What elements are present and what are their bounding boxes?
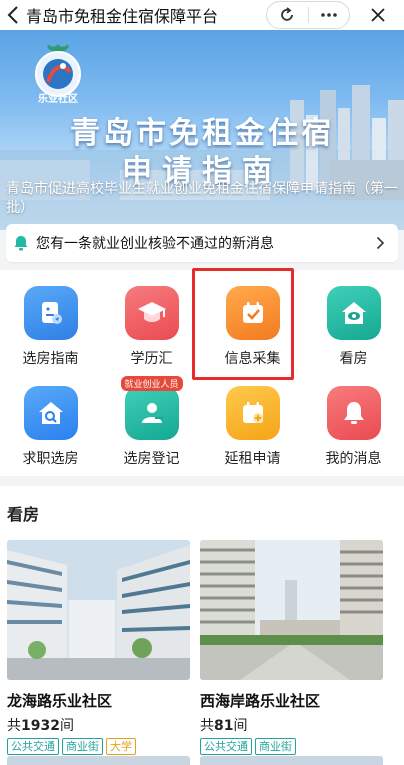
tag-commercial: 商业街 [62,738,103,755]
grid-item-room-guide[interactable]: 选房指南 [0,270,101,370]
house-viewing-section: 看房 龙海路乐业社区 共1932间 公共交通 商业街 大学 西海岸路乐业社区 共… [0,486,404,765]
next-listing-preview [7,756,190,765]
listing-card[interactable]: 西海岸路乐业社区 共81间 公共交通 商业街 [200,540,383,755]
app-page: 青岛市免租金住宿保障平台 乐业社区 青岛市免租金住宿 申请指南 青岛市促进高校毕… [0,0,404,765]
listing-photo [200,540,383,680]
tag-university: 大学 [106,738,136,755]
grid-item-my-messages[interactable]: 我的消息 [303,370,404,470]
listing-photo [7,540,190,680]
house-search-icon [23,386,78,440]
grid-item-room-registration[interactable]: 就业创业人员 选房登记 [101,370,202,470]
listing-tags: 公共交通 商业街 [200,738,383,755]
logo-text: 乐业社区 [38,94,78,105]
listing-name: 龙海路乐业社区 [7,692,113,710]
grid-item-label: 求职选房 [22,451,79,467]
chevron-right-icon [368,224,392,262]
bell-alert-icon [326,386,381,440]
calendar-check-icon [225,286,280,340]
grid-item-label: 选房指南 [22,351,79,367]
house-eye-icon [326,286,381,340]
listing-card[interactable]: 龙海路乐业社区 共1932间 公共交通 商业街 大学 [7,540,190,755]
grid-item-house-viewing[interactable]: 看房 [303,270,404,370]
grid-item-info-collection[interactable]: 信息采集 [202,270,303,370]
guide-icon [23,286,78,340]
status-badge: 就业创业人员 [120,376,183,391]
listing-room-count: 共1932间 [7,718,74,734]
more-dots-icon[interactable] [308,2,349,28]
next-listing-preview [200,756,383,765]
grid-item-job-room[interactable]: 求职选房 [0,370,101,470]
title-bar: 青岛市免租金住宿保障平台 [0,0,404,30]
grid-item-label: 我的消息 [325,451,382,467]
listing-room-count: 共81间 [200,718,248,734]
grid-item-label: 选房登记 [123,451,180,467]
grid-item-label: 延租申请 [224,451,281,467]
tag-transit: 公共交通 [200,738,252,755]
notice-bar[interactable]: 您有一条就业创业核验不通过的新消息 [6,224,398,262]
banner-subtitle: 青岛市促进高校毕业生就业创业免租金住宿保障申请指南（第一批） [6,181,398,216]
page-title: 青岛市免租金住宿保障平台 [26,7,219,26]
refresh-icon[interactable] [267,2,308,28]
grid-item-education[interactable]: 学历汇 [101,270,202,370]
listing-name: 西海岸路乐业社区 [200,692,321,710]
listing-tags: 公共交通 商业街 大学 [7,738,190,755]
feature-grid: 选房指南 学历汇 信息采集 看房 求职选房 就业创业人员 选房登记 延租申请 我… [0,270,404,476]
calendar-plus-icon [225,386,280,440]
mini-program-capsule [266,1,350,29]
grid-item-label: 看房 [339,351,368,367]
chevron-left-icon[interactable] [2,0,24,30]
banner[interactable]: 乐业社区 青岛市免租金住宿 申请指南 青岛市促进高校毕业生就业创业免租金住宿保障… [0,30,404,230]
notice-text: 您有一条就业创业核验不通过的新消息 [36,236,274,252]
grid-item-lease-extension[interactable]: 延租申请 [202,370,303,470]
close-icon[interactable] [366,3,390,27]
tag-commercial: 商业街 [255,738,296,755]
person-register-icon: 就业创业人员 [120,376,183,440]
grid-item-label: 学历汇 [130,351,173,367]
section-title: 看房 [7,505,40,524]
bell-icon [8,224,34,262]
grid-item-label: 信息采集 [224,351,281,367]
tag-transit: 公共交通 [7,738,59,755]
graduation-cap-icon [124,286,179,340]
